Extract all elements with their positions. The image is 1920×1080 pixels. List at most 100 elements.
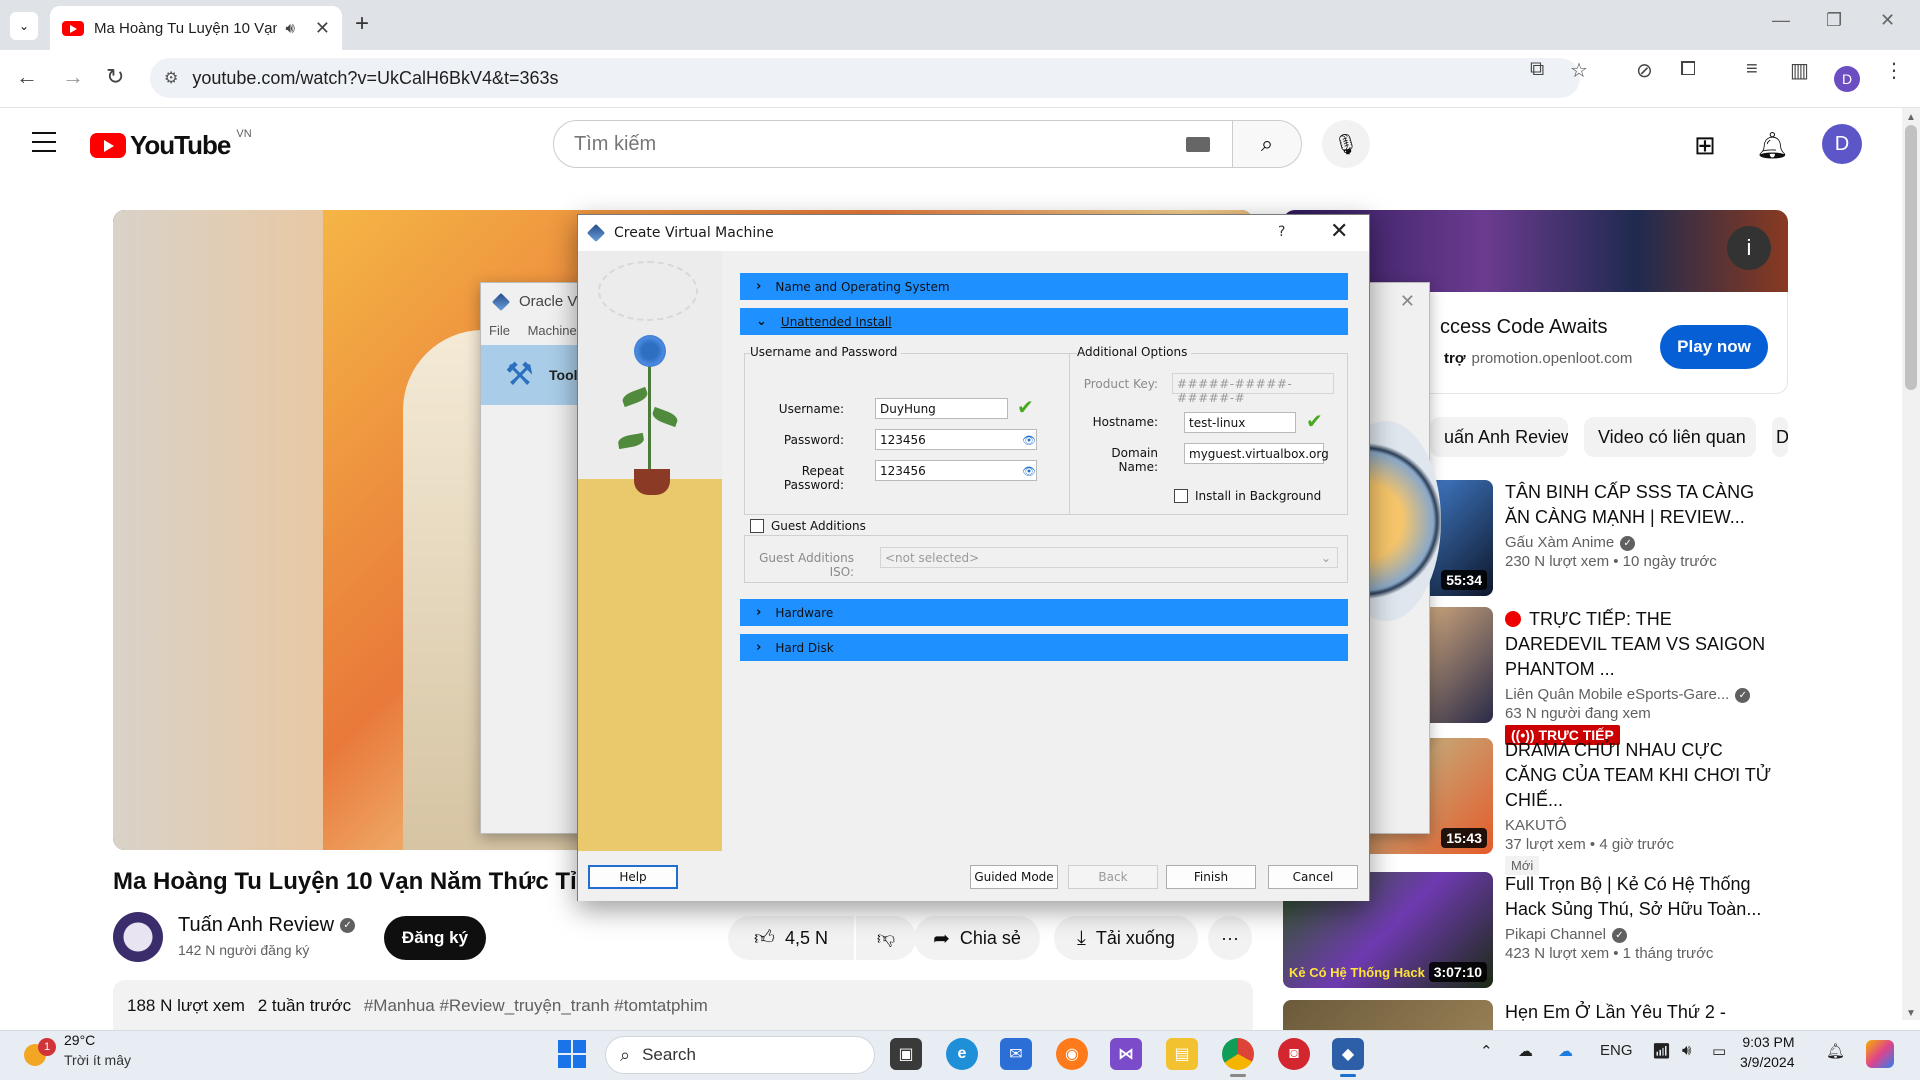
windows-start-icon[interactable] <box>558 1040 586 1068</box>
section-hard-disk[interactable]: › Hard Disk <box>740 634 1348 661</box>
scroll-up-icon[interactable]: ▲ <box>1906 112 1916 123</box>
taskbar-clock[interactable]: 9:03 PM 3/9/2024 <box>1740 1032 1795 1072</box>
back-arrow-icon[interactable]: ← <box>16 64 38 90</box>
more-actions-button[interactable]: ··· <box>1208 916 1252 960</box>
create-video-icon[interactable]: ⊞ <box>1694 130 1716 161</box>
taskbar-search[interactable]: ⌕ Search <box>605 1036 875 1074</box>
browser-tab-active[interactable]: Ma Hoàng Tu Luyện 10 Vạn 🔊︎ ✕ <box>50 6 342 50</box>
dislike-button[interactable]: 👎︎ <box>856 916 916 960</box>
ad-title[interactable]: ccess Code Awaits <box>1440 316 1608 339</box>
password-field[interactable]: 123456 <box>875 429 1037 450</box>
tab-search-button[interactable]: ⌄ <box>10 12 38 40</box>
extensions-puzzle-icon[interactable]: ⧠ <box>1680 58 1696 81</box>
notification-bell-icon[interactable]: 🔔︎ <box>1756 130 1789 161</box>
extension-compass-icon[interactable]: ⊘ <box>1636 58 1653 83</box>
notification-bell-icon[interactable]: 🔔︎ <box>1826 1042 1845 1060</box>
install-background-label[interactable]: Install in Background <box>1195 489 1321 503</box>
cloud-icon[interactable]: ☁ <box>1518 1042 1533 1060</box>
onedrive-icon[interactable]: ☁ <box>1558 1042 1573 1060</box>
menu-file[interactable]: File <box>489 323 510 338</box>
guest-additions-label[interactable]: Guest Additions <box>771 519 866 533</box>
hamburger-menu-icon[interactable] <box>32 132 56 159</box>
media-control-icon[interactable]: ≡ <box>1746 58 1758 81</box>
install-background-checkbox[interactable] <box>1174 489 1188 503</box>
account-avatar[interactable]: D <box>1822 124 1862 164</box>
search-button[interactable]: ⌕ <box>1232 120 1302 168</box>
repeat-password-field[interactable]: 123456 <box>875 460 1037 481</box>
firefox-icon[interactable]: ◉ <box>1056 1038 1088 1070</box>
scroll-down-icon[interactable]: ▼ <box>1906 1008 1916 1019</box>
hashtags[interactable]: #Manhua #Review_truyện_tranh #tomtatphim <box>364 996 708 1015</box>
battery-icon[interactable]: ▭ <box>1712 1042 1726 1060</box>
voice-search-button[interactable]: 🎙︎ <box>1322 120 1370 168</box>
video-title[interactable]: TÂN BINH CẤP SSS TA CÀNG ĂN CÀNG MẠNH | … <box>1505 480 1775 530</box>
channel-name[interactable]: Tuấn Anh Review ✓ <box>178 914 356 937</box>
wifi-icon[interactable]: 📶︎ <box>1652 1042 1671 1060</box>
ad-info-icon[interactable]: i <box>1727 226 1771 270</box>
browser-profile-avatar[interactable]: D <box>1834 66 1860 92</box>
back-button[interactable]: Back <box>1068 865 1158 889</box>
subscribe-button[interactable]: Đăng ký <box>384 916 486 960</box>
video-title[interactable]: Hẹn Em Ở Lần Yêu Thứ 2 - <box>1505 1000 1773 1025</box>
side-panel-icon[interactable]: ▥ <box>1790 58 1809 83</box>
video-thumbnail[interactable] <box>1283 1000 1493 1030</box>
video-title[interactable]: TRỰC TIẾP: THE DAREDEVIL TEAM VS SAIGON … <box>1505 607 1775 682</box>
weather-condition[interactable]: Trời ít mây <box>64 1052 131 1068</box>
virtualbox-taskbar-icon[interactable]: ◆ <box>1332 1038 1364 1070</box>
new-tab-button[interactable]: + <box>355 10 369 38</box>
window-close-icon[interactable]: ✕ <box>1880 10 1895 31</box>
channel-name[interactable]: Gấu Xàm Anime ✓ <box>1505 534 1775 551</box>
bookmark-star-icon[interactable]: ☆ <box>1570 58 1588 83</box>
address-bar[interactable]: ⚙ youtube.com/watch?v=UkCalH6BkV4&t=363s <box>150 58 1580 98</box>
mail-icon[interactable]: ✉ <box>1000 1038 1032 1070</box>
youtube-logo[interactable]: YouTube VN <box>90 128 252 161</box>
speaker-icon[interactable]: 🔊︎ <box>285 20 294 37</box>
download-button[interactable]: ⤓ Tải xuống <box>1054 916 1198 960</box>
forward-arrow-icon[interactable]: → <box>62 64 84 90</box>
show-password-icon[interactable]: 👁︎ <box>1022 434 1036 447</box>
chrome-icon[interactable] <box>1222 1038 1254 1070</box>
scrollbar-thumb[interactable] <box>1905 125 1917 390</box>
open-in-app-icon[interactable]: ⧉ <box>1530 58 1544 81</box>
like-button[interactable]: 👍︎ 4,5 N <box>728 916 854 960</box>
manager-close-icon[interactable]: ✕ <box>1400 291 1415 312</box>
guest-additions-checkbox[interactable] <box>750 519 764 533</box>
keyboard-icon[interactable] <box>1186 137 1210 152</box>
cancel-button[interactable]: Cancel <box>1268 865 1358 889</box>
share-button[interactable]: ➦ Chia sẻ <box>914 916 1040 960</box>
edge-icon[interactable]: e <box>946 1038 978 1070</box>
task-view-icon[interactable]: ▣ <box>890 1038 922 1070</box>
site-info-icon[interactable]: ⚙ <box>164 68 178 88</box>
video-title[interactable]: DRAMA CHỬI NHAU CỰC CĂNG CỦA TEAM KHI CH… <box>1505 738 1775 813</box>
tray-overflow-icon[interactable]: ⌃ <box>1480 1042 1493 1060</box>
channel-name[interactable]: Liên Quân Mobile eSports-Gare... ✓ <box>1505 686 1775 703</box>
guided-mode-button[interactable]: Guided Mode <box>970 865 1058 889</box>
minimize-icon[interactable]: — <box>1772 10 1790 31</box>
menu-machine[interactable]: Machine <box>528 323 577 338</box>
visual-studio-icon[interactable]: ⋈ <box>1110 1038 1142 1070</box>
video-title[interactable]: Full Trọn Bộ | Kẻ Có Hệ Thống Hack Sủng … <box>1505 872 1775 922</box>
search-input[interactable]: Tìm kiếm <box>553 120 1233 168</box>
file-explorer-icon[interactable]: ▤ <box>1166 1038 1198 1070</box>
dialog-close-icon[interactable]: ✕ <box>1330 219 1348 244</box>
recommendation-item[interactable]: Hẹn Em Ở Lần Yêu Thứ 2 - <box>1283 1000 1773 1030</box>
chip-related[interactable]: Video có liên quan <box>1584 417 1756 457</box>
dialog-titlebar[interactable]: Create Virtual Machine <box>578 215 1369 251</box>
domain-name-field[interactable]: myguest.virtualbox.org <box>1184 443 1329 464</box>
section-unattended-install[interactable]: ⌄ Unattended Install <box>740 308 1348 335</box>
section-hardware[interactable]: › Hardware <box>740 599 1348 626</box>
show-repeat-password-icon[interactable]: 👁︎ <box>1022 465 1036 478</box>
ad-cta-button[interactable]: Play now <box>1660 325 1768 369</box>
finish-button[interactable]: Finish <box>1166 865 1256 889</box>
product-key-field[interactable]: #####-#####-#####-# <box>1172 373 1334 405</box>
username-field[interactable]: DuyHung <box>875 398 1008 419</box>
channel-name[interactable]: KAKUTÔ <box>1505 817 1775 834</box>
copilot-icon[interactable] <box>1866 1040 1894 1068</box>
temperature[interactable]: 29°C <box>64 1032 95 1048</box>
channel-avatar[interactable] <box>113 912 163 962</box>
volume-icon[interactable]: 🔊︎ <box>1682 1042 1691 1059</box>
help-button[interactable]: Help <box>588 865 678 889</box>
reload-icon[interactable]: ↻ <box>106 64 124 90</box>
chip-more[interactable]: D <box>1772 417 1788 457</box>
chrome-menu-icon[interactable]: ⋮ <box>1884 58 1904 83</box>
